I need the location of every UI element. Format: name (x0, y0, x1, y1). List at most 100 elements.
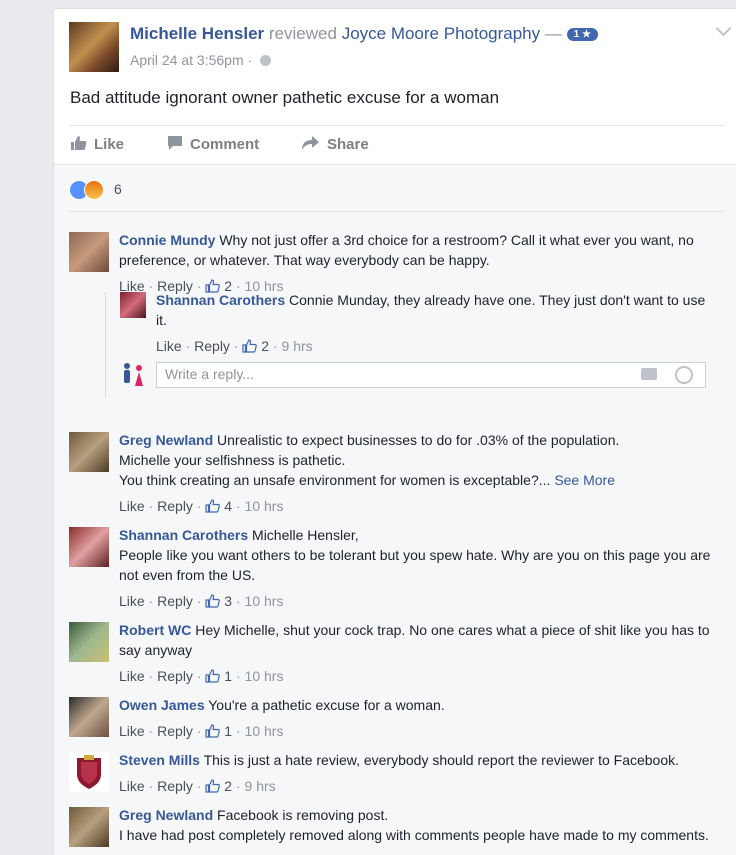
like-label: Like (94, 136, 125, 153)
comment-time[interactable]: 10 hrs (245, 723, 284, 739)
post-action-bar: Like Comment Share (70, 125, 724, 164)
comment-icon (168, 136, 182, 150)
meta-separator: · (247, 52, 253, 68)
reply-like-count[interactable]: 2 (261, 338, 269, 354)
avatar[interactable] (69, 807, 109, 847)
comment-author[interactable]: Steven Mills (119, 752, 200, 768)
comment-reply-link[interactable]: Reply (157, 498, 193, 514)
avatar[interactable] (69, 432, 109, 472)
post-headline: Michelle Hensler reviewed Joyce Moore Ph… (130, 24, 598, 44)
comment-like-link[interactable]: Like (119, 778, 145, 794)
share-icon (302, 136, 319, 150)
comment-text: You're a pathetic excuse for a woman. (208, 697, 445, 713)
avatar[interactable] (69, 232, 109, 272)
comment-reply-link[interactable]: Reply (157, 593, 193, 609)
comment-time[interactable]: 10 hrs (245, 498, 284, 514)
globe-icon[interactable] (260, 55, 272, 66)
avatar[interactable] (120, 292, 146, 318)
comment-author[interactable]: Connie Mundy (119, 232, 215, 248)
comment-text: Facebook is removing post. (217, 807, 389, 823)
camera-icon[interactable] (641, 368, 657, 380)
reply-like-link[interactable]: Like (156, 338, 182, 354)
reply-body: Shannan Carothers Connie Munday, they al… (156, 290, 716, 356)
reply-time[interactable]: 9 hrs (282, 338, 313, 354)
comment-text-line-2: I have had post completely removed along… (119, 827, 709, 843)
comment-text-line-3: You think creating an unsafe environment… (119, 472, 551, 488)
comment-body: Robert WC Hey Michelle, shut your cock t… (119, 620, 719, 686)
reaction-count[interactable]: 6 (114, 181, 122, 197)
comment-like-link[interactable]: Like (119, 723, 145, 739)
comment-reply-link[interactable]: Reply (157, 723, 193, 739)
comment-like-link[interactable]: Like (119, 668, 145, 684)
thumbs-up-icon (205, 594, 221, 608)
reply-thread: Shannan Carothers Connie Munday, they al… (105, 292, 706, 398)
comment-like-count[interactable]: 4 (224, 498, 232, 514)
post-timestamp[interactable]: April 24 at 3:56pm (130, 52, 244, 68)
comment-body: Greg Newland Unrealistic to expect busin… (119, 430, 719, 516)
comment-button[interactable]: Comment (167, 126, 259, 164)
comment-like-count[interactable]: 1 (224, 668, 232, 684)
comment-time[interactable]: 10 hrs (245, 668, 284, 684)
reply-actions: Like · Reply · 2 · 9 hrs (156, 338, 313, 354)
comment-actions: Like · Reply · 1 · 10 hrs (119, 723, 284, 739)
avatar[interactable] (69, 527, 109, 567)
thumbs-up-icon (205, 724, 221, 738)
angry-reaction-icon (84, 180, 104, 200)
comment-time[interactable]: 9 hrs (245, 778, 276, 794)
comment-author[interactable]: Owen James (119, 697, 205, 713)
comment-text: Hey Michelle, shut your cock trap. No on… (119, 622, 710, 658)
comment-body: Connie Mundy Why not just offer a 3rd ch… (119, 230, 719, 296)
comment-author[interactable]: Greg Newland (119, 432, 213, 448)
comment-like-count[interactable]: 2 (224, 778, 232, 794)
comment-text: This is just a hate review, everybody sh… (203, 752, 680, 768)
user-pair-icon (124, 363, 143, 386)
comment-author[interactable]: Shannan Carothers (119, 527, 248, 543)
comment-actions: Like · Reply · 3 · 10 hrs (119, 593, 284, 609)
post-text: Bad attitude ignorant owner pathetic exc… (70, 88, 500, 107)
comment-like-link[interactable]: Like (119, 498, 145, 514)
post-meta: April 24 at 3:56pm · (130, 52, 272, 68)
thumbs-up-icon (71, 136, 87, 150)
like-button[interactable]: Like (70, 126, 124, 164)
reviewed-verb: reviewed (268, 24, 337, 43)
thumbs-up-icon (242, 339, 258, 353)
comment-actions: Like · Reply · 2 · 9 hrs (119, 778, 276, 794)
comments-section: 6 Connie Mundy Why not just offer a 3rd … (54, 164, 736, 855)
author-avatar[interactable] (69, 22, 119, 72)
see-more-link[interactable]: See More (554, 472, 615, 488)
comment-reply-link[interactable]: Reply (157, 668, 193, 684)
page-name-link[interactable]: Joyce Moore Photography (342, 24, 540, 43)
comment-reply-link[interactable]: Reply (157, 778, 193, 794)
thumbs-up-icon (205, 669, 221, 683)
comment-author[interactable]: Greg Newland (119, 807, 213, 823)
comment-actions: Like · Reply · 1 · 10 hrs (119, 668, 284, 684)
thumbs-up-icon (205, 779, 221, 793)
comment-body: Steven Mills This is just a hate review,… (119, 750, 719, 796)
comment-text-line-2: Michelle your selfishness is pathetic. (119, 452, 346, 468)
comment-text-line-2: People like you want others to be tolera… (119, 547, 711, 583)
comment-time[interactable]: 10 hrs (245, 593, 284, 609)
comment-like-link[interactable]: Like (119, 593, 145, 609)
comment-label: Comment (190, 136, 260, 153)
comment-text: Unrealistic to expect businesses to do f… (217, 432, 620, 448)
share-button[interactable]: Share (301, 126, 369, 164)
comment-author[interactable]: Robert WC (119, 622, 191, 638)
comment-like-count[interactable]: 1 (224, 723, 232, 739)
emoji-icon[interactable] (675, 366, 693, 384)
author-name-link[interactable]: Michelle Hensler (130, 24, 264, 43)
reply-author[interactable]: Shannan Carothers (156, 292, 285, 308)
comment-like-count[interactable]: 3 (224, 593, 232, 609)
rating-badge: 1 ★ (566, 28, 598, 41)
comment-text: Michelle Hensler, (252, 527, 359, 543)
write-reply-input[interactable]: Write a reply... (156, 362, 706, 388)
share-label: Share (327, 136, 369, 153)
reply-reply-link[interactable]: Reply (194, 338, 230, 354)
avatar[interactable] (69, 622, 109, 662)
write-reply-placeholder: Write a reply... (165, 366, 254, 382)
comment-body: Greg Newland Facebook is removing post. … (119, 805, 719, 845)
comment-actions: Like · Reply · 4 · 10 hrs (119, 498, 284, 514)
shield-logo-avatar[interactable] (69, 752, 109, 792)
chevron-down-icon[interactable] (715, 20, 732, 37)
avatar[interactable] (69, 697, 109, 737)
comment-body: Owen James You're a pathetic excuse for … (119, 695, 719, 741)
